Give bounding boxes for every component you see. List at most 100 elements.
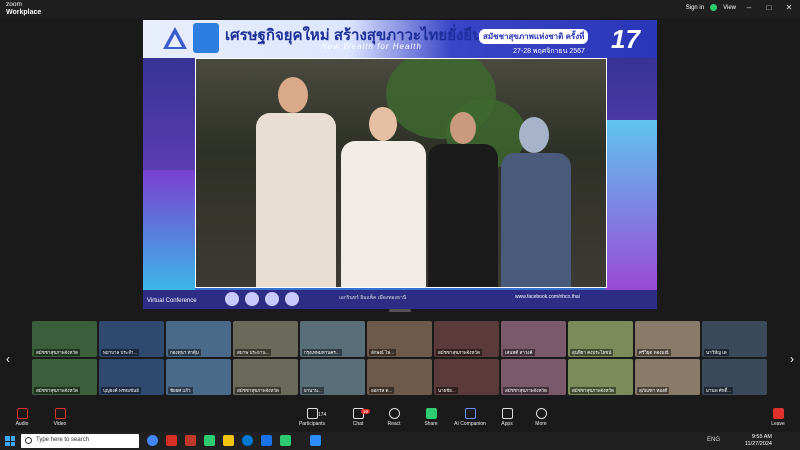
participant-tile[interactable]: นายชัย... bbox=[434, 359, 499, 395]
microphone-muted-icon bbox=[16, 408, 28, 419]
speaker-head bbox=[369, 107, 397, 141]
sponsor-icon bbox=[245, 292, 259, 306]
leave-label: Leave bbox=[771, 421, 785, 427]
share-label: Share bbox=[424, 421, 438, 427]
participant-name: สุภัณฑา ทองดี bbox=[637, 387, 670, 394]
participant-name: สมัชชาสุขภาพจังหวัด bbox=[570, 387, 616, 394]
stage-photo bbox=[195, 58, 607, 288]
video-off-icon bbox=[54, 408, 66, 419]
nhco-logo-icon bbox=[193, 23, 219, 53]
participant-name: เสนหดี สาวงค์ bbox=[503, 349, 535, 356]
minimize-button[interactable]: – bbox=[742, 3, 756, 12]
speaker-head bbox=[278, 77, 308, 113]
more-button[interactable]: More bbox=[519, 408, 563, 427]
banner-dates: 27-28 พฤศจิกายน 2567 bbox=[513, 48, 585, 55]
windows-start-icon[interactable] bbox=[5, 436, 15, 446]
banner-number: 17 bbox=[611, 24, 640, 54]
participant-tile[interactable]: สมาพ ประธาน... bbox=[233, 321, 298, 357]
participant-tile[interactable]: พยาบาล ประจำ... bbox=[99, 321, 164, 357]
banner-event-title: สมัชชาสุขภาพแห่งชาติ ครั้งที่ bbox=[479, 29, 589, 44]
shield-icon[interactable] bbox=[710, 4, 718, 11]
share-button[interactable]: Share bbox=[409, 408, 453, 427]
participant-tile[interactable]: ลักษณ์ ไฟ... bbox=[367, 321, 432, 357]
pdf-icon[interactable] bbox=[166, 435, 177, 446]
video-button[interactable]: Video bbox=[38, 408, 82, 427]
brand-line2: Workplace bbox=[6, 9, 42, 16]
search-icon bbox=[25, 437, 32, 444]
participant-tile[interactable]: ชัยยศ แก้ว bbox=[166, 359, 231, 395]
leave-icon bbox=[772, 408, 784, 419]
participant-tile[interactable]: กองทุนฯ ท่าตุ้ม bbox=[166, 321, 231, 357]
next-page-icon[interactable]: › bbox=[790, 352, 794, 366]
shared-screen: เศรษฐกิจยุคใหม่ สร้างสุขภาวะไทยยั่งยืน N… bbox=[143, 20, 657, 309]
taskbar-search[interactable]: Type here to search bbox=[21, 434, 139, 448]
participant-name: ยานาน... bbox=[302, 387, 324, 394]
ai-sparkle-icon bbox=[464, 408, 476, 419]
participant-name: ชัยยศ แก้ว bbox=[168, 387, 193, 394]
participant-tile[interactable]: สมัชชาสุขภาพจังหวัด bbox=[32, 359, 97, 395]
prev-page-icon[interactable]: ‹ bbox=[6, 352, 10, 366]
participant-tile[interactable]: สมัชชาสุขภาพจังหวัด bbox=[32, 321, 97, 357]
participants-icon bbox=[306, 408, 318, 419]
participant-tile[interactable]: สมัชชาสุขภาพจังหวัด bbox=[434, 321, 499, 357]
apps-icon bbox=[501, 408, 513, 419]
sponsor-icons bbox=[225, 292, 299, 306]
decoration-right bbox=[605, 120, 657, 290]
speaker-body bbox=[428, 144, 498, 287]
participant-tile[interactable]: สุนทิยา คงประโยชน์ bbox=[568, 321, 633, 357]
participant-name: สมัชชาสุขภาพจังหวัด bbox=[34, 387, 80, 394]
speaker-body bbox=[341, 141, 426, 287]
taskbar-clock[interactable]: 9:55 AM 11/27/2024 bbox=[745, 434, 772, 448]
participant-name: สมัชชาสุขภาพจังหวัด bbox=[436, 349, 482, 356]
participants-count: 174 bbox=[318, 412, 327, 418]
video-label: Video bbox=[53, 421, 67, 427]
participant-tile[interactable]: นาวีห์ญ เด bbox=[702, 321, 767, 357]
ai-label: AI Companion bbox=[454, 421, 486, 427]
sponsor-icon bbox=[225, 292, 239, 306]
speaker-4 bbox=[501, 117, 571, 287]
participant-tile[interactable]: ออกรส ต... bbox=[367, 359, 432, 395]
chrome-icon[interactable] bbox=[147, 435, 158, 446]
speaker-hijab bbox=[519, 117, 549, 153]
participant-tile[interactable]: สมัชชาสุขภาพจังหวัด bbox=[501, 359, 566, 395]
speaker-1 bbox=[256, 77, 336, 287]
participant-tile[interactable]: สมัชชาสุขภาพจังหวัด bbox=[233, 359, 298, 395]
participant-tile[interactable]: ศรีวิยุต ทองมณี bbox=[635, 321, 700, 357]
banner-subtitle: New Wealth for Health bbox=[321, 42, 422, 51]
chat-label: Chat bbox=[352, 421, 364, 427]
office-icon[interactable] bbox=[185, 435, 196, 446]
zoom-taskbar-icon[interactable] bbox=[310, 435, 321, 446]
line-icon[interactable] bbox=[280, 435, 291, 446]
footer-text: เอกรินทร์ อิมแพ็ค เมืองทองธานี bbox=[339, 295, 407, 301]
chat-badge: 16 bbox=[361, 409, 371, 414]
participant-tile[interactable]: กรุงเทพมหานคร... bbox=[300, 321, 365, 357]
app-icon[interactable] bbox=[261, 435, 272, 446]
edge-icon[interactable] bbox=[242, 435, 253, 446]
participant-name: กองทุนฯ ท่าตุ้ม bbox=[168, 349, 201, 356]
maximize-button[interactable]: □ bbox=[762, 3, 776, 12]
title-bar: zoom Workplace Sign in View – □ ✕ bbox=[0, 0, 800, 18]
participants-label: Participants bbox=[298, 421, 326, 427]
participant-name: สมัชชาสุขภาพจังหวัด bbox=[34, 349, 80, 356]
participant-tile[interactable]: สุภัณฑา ทองดี bbox=[635, 359, 700, 395]
view-button[interactable]: View bbox=[723, 5, 736, 11]
sign-in-link[interactable]: Sign in bbox=[686, 5, 704, 11]
leave-button[interactable]: Leave bbox=[756, 408, 800, 427]
line-icon[interactable] bbox=[204, 435, 215, 446]
participant-name: ออกรส ต... bbox=[369, 387, 395, 394]
participants-button[interactable]: Participants bbox=[290, 408, 334, 427]
file-explorer-icon[interactable] bbox=[223, 435, 234, 446]
brand-line1: zoom bbox=[6, 1, 22, 8]
participant-name: สมาพ ประธาน... bbox=[235, 349, 272, 356]
participant-tile[interactable]: เสนหดี สาวงค์ bbox=[501, 321, 566, 357]
participant-tile[interactable]: ยานาน... bbox=[300, 359, 365, 395]
participant-tile[interactable]: สมัชชาสุขภาพจังหวัด bbox=[568, 359, 633, 395]
language-indicator[interactable]: ENG bbox=[707, 437, 720, 443]
title-actions: Sign in View – □ ✕ bbox=[686, 3, 796, 12]
sponsor-icon bbox=[285, 292, 299, 306]
resize-handle[interactable] bbox=[389, 309, 411, 312]
close-button[interactable]: ✕ bbox=[782, 3, 796, 12]
participant-tile[interactable]: มานพ ศักดิ์... bbox=[702, 359, 767, 395]
participant-tile[interactable]: บุญยงค์ พรหมขันธ์ bbox=[99, 359, 164, 395]
react-label: React bbox=[387, 421, 401, 427]
